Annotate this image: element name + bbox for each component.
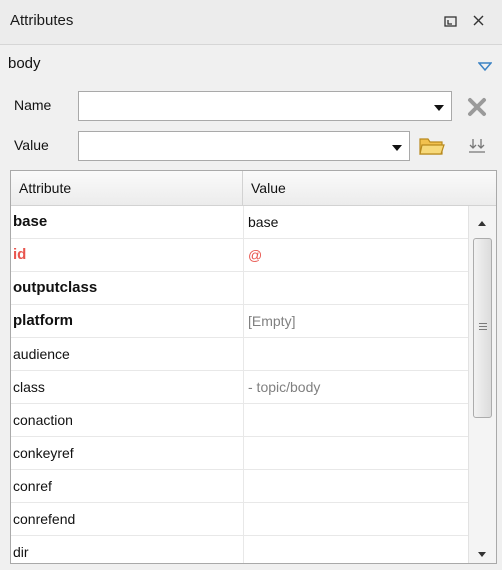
value-label: Value [14, 137, 49, 153]
attribute-value[interactable] [243, 470, 463, 502]
attributes-panel: Attributes body Name Value Attribute Val… [0, 0, 502, 570]
attribute-value[interactable]: @ [243, 239, 463, 271]
scrollbar-thumb[interactable] [473, 238, 492, 418]
scroll-up-icon[interactable] [477, 214, 487, 230]
table-body: base base id @ outputclass platform [Emp… [11, 206, 468, 563]
name-combobox[interactable] [78, 91, 452, 121]
attribute-value[interactable] [243, 437, 463, 469]
attribute-value[interactable]: [Empty] [243, 305, 463, 337]
value-filter-row: Value [0, 127, 502, 167]
value-input[interactable] [81, 134, 383, 160]
clear-icon[interactable] [466, 96, 488, 121]
attribute-value[interactable] [243, 272, 463, 304]
table-header: Attribute Value [11, 171, 468, 206]
column-header-attribute[interactable]: Attribute [11, 171, 243, 205]
scrollbar-grip [479, 326, 487, 327]
table-row[interactable]: conref [11, 470, 468, 503]
attribute-value[interactable] [243, 338, 463, 370]
close-icon[interactable] [470, 12, 488, 30]
attribute-name: conkeyref [13, 445, 74, 461]
attribute-name: base [13, 213, 48, 230]
filter-dropdown-icon[interactable] [477, 59, 493, 75]
table-row[interactable]: dir [11, 536, 468, 563]
table-row[interactable]: outputclass [11, 272, 468, 305]
table-row[interactable]: id @ [11, 239, 468, 272]
restore-icon[interactable] [442, 12, 460, 30]
attribute-name: platform [13, 312, 73, 329]
current-element-name: body [8, 55, 41, 72]
vertical-scrollbar[interactable] [468, 206, 496, 563]
panel-title: Attributes [10, 12, 74, 29]
scrollbar-grip [479, 323, 487, 324]
attributes-table: Attribute Value base base id @ outputcla… [10, 170, 497, 564]
attribute-name: audience [13, 346, 70, 362]
attribute-name: outputclass [13, 279, 98, 296]
column-header-value[interactable]: Value [243, 171, 468, 205]
name-label: Name [14, 97, 52, 113]
attribute-value[interactable] [243, 536, 463, 563]
attribute-name: conref [13, 478, 52, 494]
attribute-name: dir [13, 544, 29, 560]
panel-titlebar: Attributes [0, 0, 502, 45]
table-row[interactable]: conkeyref [11, 437, 468, 470]
scroll-down-icon[interactable] [477, 546, 487, 562]
attribute-value[interactable] [243, 503, 463, 535]
table-row[interactable]: audience [11, 338, 468, 371]
name-filter-row: Name [0, 87, 502, 127]
name-input[interactable] [81, 94, 425, 120]
table-row[interactable]: conrefend [11, 503, 468, 536]
folder-icon[interactable] [418, 134, 446, 161]
table-row[interactable]: base base [11, 206, 468, 239]
attribute-name: conaction [13, 412, 73, 428]
attribute-value[interactable] [243, 404, 463, 436]
attribute-name: class [13, 379, 45, 395]
attribute-name: id [13, 246, 27, 263]
sort-icon[interactable] [467, 136, 487, 159]
header-corner [468, 171, 496, 206]
attribute-value[interactable]: - topic/body [243, 371, 463, 403]
table-row[interactable]: platform [Empty] [11, 305, 468, 338]
attribute-name: conrefend [13, 511, 76, 527]
table-row[interactable]: class - topic/body [11, 371, 468, 404]
scrollbar-grip [479, 329, 487, 330]
current-element-row: body [0, 45, 502, 85]
attribute-value[interactable]: base [243, 206, 463, 238]
value-combobox[interactable] [78, 131, 410, 161]
dropdown-arrow-icon[interactable] [433, 100, 445, 116]
dropdown-arrow-icon[interactable] [391, 140, 403, 156]
table-row[interactable]: conaction [11, 404, 468, 437]
